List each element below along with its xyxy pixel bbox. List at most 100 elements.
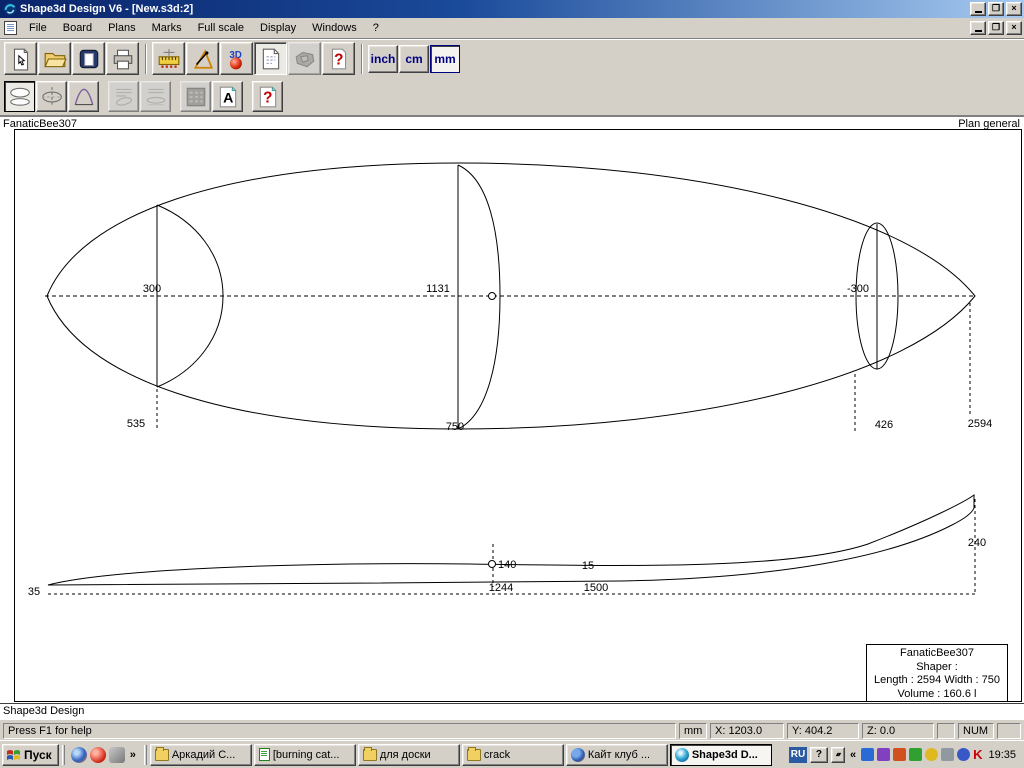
help-icon: ? xyxy=(256,85,280,109)
dim-section-nose: 300 xyxy=(143,283,161,295)
tray-icon-1[interactable] xyxy=(861,748,874,761)
menu-board[interactable]: Board xyxy=(55,20,100,36)
tray-icon-5[interactable] xyxy=(925,748,938,761)
svg-text:?: ? xyxy=(263,89,272,106)
new-button[interactable] xyxy=(4,42,37,75)
browser-icon xyxy=(571,748,585,762)
tray-chevron[interactable]: « xyxy=(848,749,858,761)
document-icon xyxy=(259,748,270,761)
status-unit: mm xyxy=(679,723,707,739)
menu-help[interactable]: ? xyxy=(365,20,387,36)
tray-icon-4[interactable] xyxy=(909,748,922,761)
quicklaunch-gray-app-icon[interactable] xyxy=(109,747,125,763)
image-button[interactable] xyxy=(180,81,211,112)
board-profile xyxy=(48,495,974,585)
section-view-button[interactable] xyxy=(36,81,67,112)
ruler-icon xyxy=(157,47,181,71)
quicklaunch-browser-icon[interactable] xyxy=(71,747,87,763)
status-help-text: Press F1 for help xyxy=(3,723,676,739)
text-tool-button[interactable]: A xyxy=(212,81,243,112)
export-button[interactable] xyxy=(288,42,321,75)
menu-marks[interactable]: Marks xyxy=(144,20,190,36)
dim-width-tail: 426 xyxy=(875,419,893,431)
rocker-curve-icon xyxy=(72,85,96,109)
task-button-browser[interactable]: Кайт клуб ... xyxy=(566,744,668,766)
task-button-folder-2[interactable]: для доски xyxy=(358,744,460,766)
mdi-frame-label: Shape3d Design xyxy=(0,703,1024,719)
board-properties-button[interactable] xyxy=(72,42,105,75)
menu-full-scale[interactable]: Full scale xyxy=(190,20,252,36)
dim-section-tail: -300 xyxy=(847,283,869,295)
plan-view-button[interactable] xyxy=(254,42,287,75)
toolbar-separator xyxy=(145,44,147,74)
tray-icon-6[interactable] xyxy=(941,748,954,761)
drawing-canvas: FanaticBee307 Plan general 300 113 xyxy=(0,116,1024,703)
mdi-minimize-button[interactable] xyxy=(970,21,986,35)
taskbar-grip[interactable] xyxy=(144,745,147,765)
task-label: crack xyxy=(484,749,510,761)
task-button-folder-3[interactable]: crack xyxy=(462,744,564,766)
measure-button[interactable] xyxy=(152,42,185,75)
start-label: Пуск xyxy=(24,748,52,762)
dim-pos-aft: 1500 xyxy=(584,582,608,594)
tray-expand-button[interactable]: ▴▾ xyxy=(831,747,845,763)
unit-cm-button[interactable]: cm xyxy=(399,45,429,73)
task-button-shape3d[interactable]: Shape3d D... xyxy=(670,744,772,766)
print-button[interactable] xyxy=(106,42,139,75)
task-button-document[interactable]: [burning cat... xyxy=(254,744,356,766)
info-shaper: Shaper : xyxy=(867,661,1007,675)
unit-inch-button[interactable]: inch xyxy=(368,45,398,73)
restore-button[interactable]: ❐ xyxy=(988,2,1004,16)
tray-icon-3[interactable] xyxy=(893,748,906,761)
task-button-folder-1[interactable]: Аркадий С... xyxy=(150,744,252,766)
dim-mid-offset: 15 xyxy=(582,560,594,572)
quicklaunch-red-app-icon[interactable] xyxy=(90,747,106,763)
quick-launch: » xyxy=(68,747,141,763)
menubar: File Board Plans Marks Full scale Displa… xyxy=(0,18,1024,39)
quicklaunch-overflow-chevron[interactable]: » xyxy=(128,749,138,761)
svg-text:?: ? xyxy=(334,51,343,68)
help2-button[interactable]: ? xyxy=(252,81,283,112)
tray-icon-7[interactable] xyxy=(957,748,970,761)
taskbar-clock[interactable]: 19:35 xyxy=(988,749,1016,761)
menu-display[interactable]: Display xyxy=(252,20,304,36)
menu-windows[interactable]: Windows xyxy=(304,20,365,36)
start-button[interactable]: Пуск xyxy=(2,744,59,766)
mdi-document-icon[interactable] xyxy=(4,21,17,35)
menu-file[interactable]: File xyxy=(21,20,55,36)
tray-help-button[interactable]: ? xyxy=(810,747,828,763)
mdi-app-name: Shape3d Design xyxy=(3,705,84,717)
language-indicator[interactable]: RU xyxy=(789,747,807,763)
outline-view-button[interactable] xyxy=(4,81,35,112)
image-icon xyxy=(184,85,208,109)
dim-section-center: 1131 xyxy=(426,283,450,295)
toolbar-separator xyxy=(361,44,363,74)
printer-icon xyxy=(111,47,135,71)
help-button[interactable]: ? xyxy=(322,42,355,75)
kaspersky-icon[interactable]: K xyxy=(973,748,982,761)
guideline-button[interactable] xyxy=(186,42,219,75)
app-icon xyxy=(3,2,17,16)
minimize-button[interactable] xyxy=(970,2,986,16)
3d-view-button[interactable]: 3D xyxy=(220,42,253,75)
status-blank-panel xyxy=(997,723,1021,739)
center-marker[interactable] xyxy=(489,293,496,300)
board-info-box: FanaticBee307 Shaper : Length : 2594 Wid… xyxy=(866,644,1008,702)
profile-marker[interactable] xyxy=(489,561,496,568)
menu-plans[interactable]: Plans xyxy=(100,20,144,36)
slice-list-button[interactable] xyxy=(108,81,139,112)
unit-mm-button[interactable]: mm xyxy=(430,45,460,73)
open-button[interactable] xyxy=(38,42,71,75)
export-machine-icon xyxy=(293,47,317,71)
mdi-restore-button[interactable]: ❐ xyxy=(988,21,1004,35)
close-button[interactable]: × xyxy=(1006,2,1022,16)
tray-icon-2[interactable] xyxy=(877,748,890,761)
taskbar: Пуск » Аркадий С... [burning cat... для … xyxy=(0,740,1024,768)
status-num-lock: NUM xyxy=(958,723,994,739)
plan-drawing[interactable]: 300 1131 -300 535 750 426 2594 35 140 15… xyxy=(0,117,1024,704)
mdi-close-button[interactable]: × xyxy=(1006,21,1022,35)
rocker-view-button[interactable] xyxy=(68,81,99,112)
spec-sheet-button[interactable] xyxy=(140,81,171,112)
taskbar-grip[interactable] xyxy=(62,745,65,765)
folder-icon xyxy=(155,749,169,761)
